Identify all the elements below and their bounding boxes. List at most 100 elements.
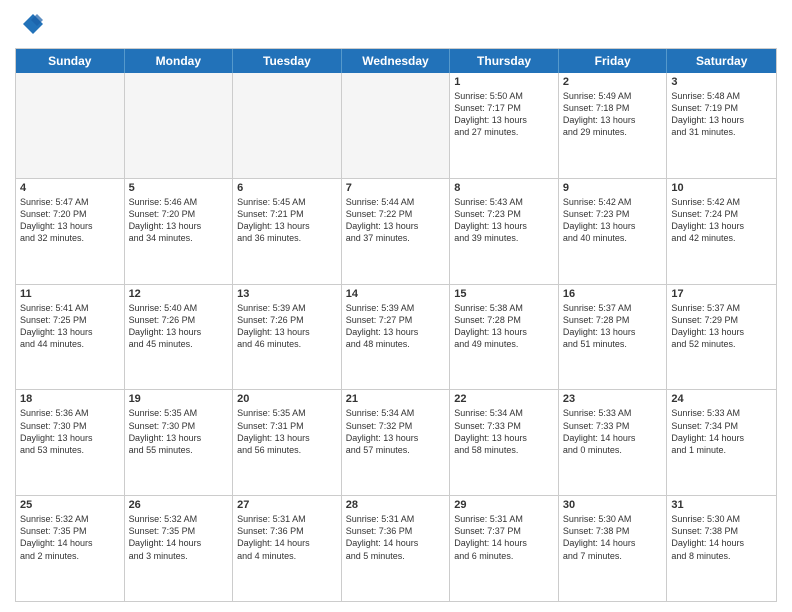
day-number: 14	[346, 288, 446, 300]
cell-info: Sunrise: 5:35 AMSunset: 7:30 PMDaylight:…	[129, 407, 229, 456]
day-number: 22	[454, 393, 554, 405]
cell-info: Sunrise: 5:49 AMSunset: 7:18 PMDaylight:…	[563, 90, 663, 139]
calendar: SundayMondayTuesdayWednesdayThursdayFrid…	[15, 48, 777, 602]
day-number: 15	[454, 288, 554, 300]
cal-cell-1-5: 9Sunrise: 5:42 AMSunset: 7:23 PMDaylight…	[559, 179, 668, 284]
cal-cell-4-6: 31 Sunrise: 5:30 AMSunset: 7:38 PMDayligh…	[667, 496, 776, 601]
week-row-2: 11Sunrise: 5:41 AMSunset: 7:25 PMDayligh…	[16, 285, 776, 391]
day-number: 30	[563, 499, 663, 511]
cell-info: Sunrise: 5:46 AMSunset: 7:20 PMDaylight:…	[129, 196, 229, 245]
cal-cell-2-0: 11Sunrise: 5:41 AMSunset: 7:25 PMDayligh…	[16, 285, 125, 390]
cell-info: Sunrise: 5:34 AMSunset: 7:33 PMDaylight:…	[454, 407, 554, 456]
header-day-sunday: Sunday	[16, 49, 125, 73]
calendar-body: 1 Sunrise: 5:50 AMSunset: 7:17 PMDaylight…	[16, 73, 776, 601]
calendar-header: SundayMondayTuesdayWednesdayThursdayFrid…	[16, 49, 776, 73]
cal-cell-1-6: 10 Sunrise: 5:42 AMSunset: 7:24 PMDayligh…	[667, 179, 776, 284]
cell-info: Sunrise: 5:35 AMSunset: 7:31 PMDaylight:…	[237, 407, 337, 456]
page: SundayMondayTuesdayWednesdayThursdayFrid…	[0, 0, 792, 612]
day-number: 26	[129, 499, 229, 511]
day-number: 16	[563, 288, 663, 300]
cell-info: Sunrise: 5:45 AMSunset: 7:21 PMDaylight:…	[237, 196, 337, 245]
cell-info: Sunrise: 5:39 AMSunset: 7:27 PMDaylight:…	[346, 302, 446, 351]
logo	[15, 10, 49, 40]
cell-info: Sunrise: 5:42 AMSunset: 7:24 PMDaylight:…	[671, 196, 772, 245]
day-number: 13	[237, 288, 337, 300]
cell-info: Sunrise: 5:39 AMSunset: 7:26 PMDaylight:…	[237, 302, 337, 351]
cal-cell-2-2: 13 Sunrise: 5:39 AMSunset: 7:26 PMDayligh…	[233, 285, 342, 390]
cal-cell-1-0: 4 Sunrise: 5:47 AMSunset: 7:20 PMDaylight…	[16, 179, 125, 284]
day-number: 19	[129, 393, 229, 405]
day-number: 12	[129, 288, 229, 300]
cell-info: Sunrise: 5:50 AMSunset: 7:17 PMDaylight:…	[454, 90, 554, 139]
day-number: 17	[671, 288, 772, 300]
cell-info: Sunrise: 5:31 AMSunset: 7:37 PMDaylight:…	[454, 513, 554, 562]
cell-info: Sunrise: 5:47 AMSunset: 7:20 PMDaylight:…	[20, 196, 120, 245]
cell-info: Sunrise: 5:31 AMSunset: 7:36 PMDaylight:…	[237, 513, 337, 562]
cal-cell-4-1: 26 Sunrise: 5:32 AMSunset: 7:35 PMDayligh…	[125, 496, 234, 601]
cal-cell-3-2: 20 Sunrise: 5:35 AMSunset: 7:31 PMDayligh…	[233, 390, 342, 495]
cal-cell-1-1: 5Sunrise: 5:46 AMSunset: 7:20 PMDaylight…	[125, 179, 234, 284]
week-row-3: 18 Sunrise: 5:36 AMSunset: 7:30 PMDayligh…	[16, 390, 776, 496]
header-day-monday: Monday	[125, 49, 234, 73]
cal-cell-2-5: 16 Sunrise: 5:37 AMSunset: 7:28 PMDayligh…	[559, 285, 668, 390]
cell-info: Sunrise: 5:32 AMSunset: 7:35 PMDaylight:…	[129, 513, 229, 562]
cal-cell-3-6: 24 Sunrise: 5:33 AMSunset: 7:34 PMDayligh…	[667, 390, 776, 495]
day-number: 25	[20, 499, 120, 511]
day-number: 1	[454, 76, 554, 88]
cell-info: Sunrise: 5:30 AMSunset: 7:38 PMDaylight:…	[563, 513, 663, 562]
cal-cell-4-2: 27 Sunrise: 5:31 AMSunset: 7:36 PMDayligh…	[233, 496, 342, 601]
day-number: 7	[346, 182, 446, 194]
cell-info: Sunrise: 5:31 AMSunset: 7:36 PMDaylight:…	[346, 513, 446, 562]
cell-info: Sunrise: 5:37 AMSunset: 7:29 PMDaylight:…	[671, 302, 772, 351]
cal-cell-0-2	[233, 73, 342, 178]
cell-info: Sunrise: 5:36 AMSunset: 7:30 PMDaylight:…	[20, 407, 120, 456]
cal-cell-4-3: 28Sunrise: 5:31 AMSunset: 7:36 PMDayligh…	[342, 496, 451, 601]
cal-cell-2-4: 15 Sunrise: 5:38 AMSunset: 7:28 PMDayligh…	[450, 285, 559, 390]
cell-info: Sunrise: 5:37 AMSunset: 7:28 PMDaylight:…	[563, 302, 663, 351]
cal-cell-4-4: 29 Sunrise: 5:31 AMSunset: 7:37 PMDayligh…	[450, 496, 559, 601]
cell-info: Sunrise: 5:40 AMSunset: 7:26 PMDaylight:…	[129, 302, 229, 351]
cal-cell-3-3: 21Sunrise: 5:34 AMSunset: 7:32 PMDayligh…	[342, 390, 451, 495]
cal-cell-4-5: 30 Sunrise: 5:30 AMSunset: 7:38 PMDayligh…	[559, 496, 668, 601]
cal-cell-4-0: 25 Sunrise: 5:32 AMSunset: 7:35 PMDayligh…	[16, 496, 125, 601]
day-number: 23	[563, 393, 663, 405]
day-number: 4	[20, 182, 120, 194]
day-number: 18	[20, 393, 120, 405]
cal-cell-1-4: 8 Sunrise: 5:43 AMSunset: 7:23 PMDaylight…	[450, 179, 559, 284]
day-number: 10	[671, 182, 772, 194]
cal-cell-3-1: 19 Sunrise: 5:35 AMSunset: 7:30 PMDayligh…	[125, 390, 234, 495]
day-number: 29	[454, 499, 554, 511]
day-number: 31	[671, 499, 772, 511]
cal-cell-0-3	[342, 73, 451, 178]
header-day-wednesday: Wednesday	[342, 49, 451, 73]
cal-cell-2-1: 12 Sunrise: 5:40 AMSunset: 7:26 PMDayligh…	[125, 285, 234, 390]
cal-cell-2-6: 17 Sunrise: 5:37 AMSunset: 7:29 PMDayligh…	[667, 285, 776, 390]
day-number: 3	[671, 76, 772, 88]
cal-cell-0-5: 2 Sunrise: 5:49 AMSunset: 7:18 PMDaylight…	[559, 73, 668, 178]
day-number: 6	[237, 182, 337, 194]
cal-cell-0-4: 1 Sunrise: 5:50 AMSunset: 7:17 PMDaylight…	[450, 73, 559, 178]
cal-cell-1-2: 6 Sunrise: 5:45 AMSunset: 7:21 PMDaylight…	[233, 179, 342, 284]
cal-cell-0-0	[16, 73, 125, 178]
cal-cell-0-1	[125, 73, 234, 178]
cal-cell-2-3: 14 Sunrise: 5:39 AMSunset: 7:27 PMDayligh…	[342, 285, 451, 390]
week-row-4: 25 Sunrise: 5:32 AMSunset: 7:35 PMDayligh…	[16, 496, 776, 601]
header-day-tuesday: Tuesday	[233, 49, 342, 73]
cell-info: Sunrise: 5:32 AMSunset: 7:35 PMDaylight:…	[20, 513, 120, 562]
logo-icon	[15, 10, 45, 40]
cal-cell-0-6: 3Sunrise: 5:48 AMSunset: 7:19 PMDaylight…	[667, 73, 776, 178]
cell-info: Sunrise: 5:43 AMSunset: 7:23 PMDaylight:…	[454, 196, 554, 245]
cell-info: Sunrise: 5:30 AMSunset: 7:38 PMDaylight:…	[671, 513, 772, 562]
day-number: 9	[563, 182, 663, 194]
cell-info: Sunrise: 5:41 AMSunset: 7:25 PMDaylight:…	[20, 302, 120, 351]
day-number: 20	[237, 393, 337, 405]
day-number: 27	[237, 499, 337, 511]
cal-cell-3-4: 22 Sunrise: 5:34 AMSunset: 7:33 PMDayligh…	[450, 390, 559, 495]
day-number: 8	[454, 182, 554, 194]
day-number: 24	[671, 393, 772, 405]
cell-info: Sunrise: 5:33 AMSunset: 7:34 PMDaylight:…	[671, 407, 772, 456]
day-number: 2	[563, 76, 663, 88]
header	[15, 10, 777, 40]
cell-info: Sunrise: 5:38 AMSunset: 7:28 PMDaylight:…	[454, 302, 554, 351]
header-day-thursday: Thursday	[450, 49, 559, 73]
